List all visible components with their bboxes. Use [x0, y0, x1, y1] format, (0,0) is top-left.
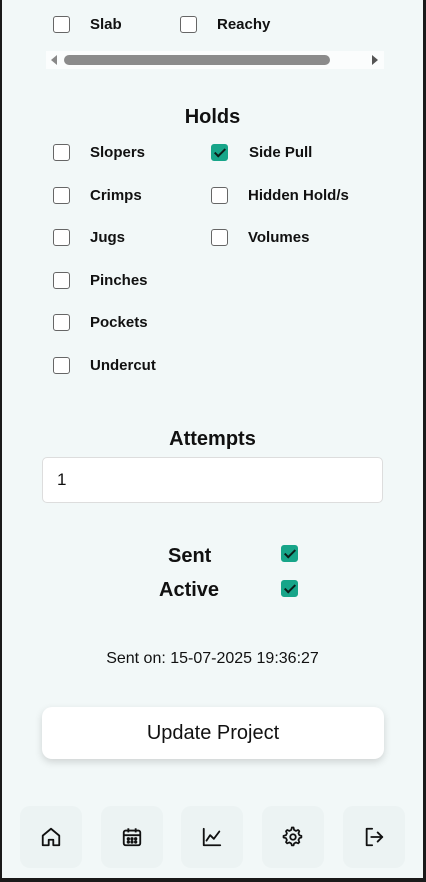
scroll-right-icon[interactable] [372, 55, 378, 65]
hold-option-jugs[interactable]: Jugs [53, 229, 125, 246]
side-pull-label: Side Pull [249, 144, 313, 161]
slopers-checkbox[interactable] [53, 144, 70, 161]
active-checkbox[interactable] [281, 580, 298, 597]
pockets-label: Pockets [90, 314, 148, 331]
nav-calendar-button[interactable] [101, 806, 163, 868]
scroll-left-icon[interactable] [51, 55, 57, 65]
nav-settings-button[interactable] [262, 806, 324, 868]
horizontal-scrollbar[interactable] [46, 51, 384, 69]
hold-option-side-pull[interactable]: Side Pull [211, 144, 312, 161]
chart-icon [202, 827, 222, 847]
nav-logout-button[interactable] [343, 806, 405, 868]
slab-checkbox[interactable] [53, 16, 70, 33]
hold-option-pockets[interactable]: Pockets [53, 314, 148, 331]
home-icon [41, 827, 61, 847]
reachy-checkbox[interactable] [180, 16, 197, 33]
nav-stats-button[interactable] [181, 806, 243, 868]
pinches-checkbox[interactable] [53, 272, 70, 289]
jugs-checkbox[interactable] [53, 229, 70, 246]
sent-on-text: Sent on: 15-07-2025 19:36:27 [106, 650, 319, 667]
undercut-checkbox[interactable] [53, 357, 70, 374]
jugs-label: Jugs [90, 229, 126, 246]
calendar-icon [122, 828, 142, 847]
hold-option-volumes[interactable]: Volumes [211, 229, 309, 246]
hidden-holds-checkbox[interactable] [211, 187, 228, 204]
slopers-label: Slopers [90, 144, 146, 161]
pinches-label: Pinches [90, 272, 148, 289]
project-panel: Slab Reachy Holds Slopers Crimps Jugs Pi… [2, 0, 423, 878]
attempts-input[interactable] [42, 457, 383, 503]
pockets-checkbox[interactable] [53, 314, 70, 331]
hold-option-undercut[interactable]: Undercut [53, 357, 156, 374]
nav-home-button[interactable] [20, 806, 82, 868]
hidden-holds-label: Hidden Hold/s [248, 187, 349, 204]
sent-checkbox[interactable] [281, 545, 298, 562]
scrollbar-thumb[interactable] [64, 55, 330, 65]
hold-option-hidden-holds[interactable]: Hidden Hold/s [211, 187, 349, 204]
active-label: Active [159, 579, 220, 601]
logout-icon [365, 827, 384, 847]
gear-icon [282, 826, 303, 847]
undercut-label: Undercut [90, 357, 156, 374]
attempts-heading: Attempts [169, 428, 256, 450]
crimps-label: Crimps [90, 187, 142, 204]
crimps-checkbox[interactable] [53, 187, 70, 204]
slab-label: Slab [90, 16, 122, 33]
update-project-button[interactable]: Update Project [42, 707, 384, 759]
reachy-label: Reachy [217, 16, 271, 33]
sent-label: Sent [168, 545, 212, 567]
reachy-option[interactable]: Reachy [180, 16, 270, 33]
slab-option[interactable]: Slab [53, 16, 122, 33]
hold-option-slopers[interactable]: Slopers [53, 144, 145, 161]
volumes-checkbox[interactable] [211, 229, 228, 246]
volumes-label: Volumes [248, 229, 310, 246]
side-pull-checkbox[interactable] [211, 144, 228, 161]
holds-heading: Holds [184, 106, 241, 128]
hold-option-crimps[interactable]: Crimps [53, 187, 142, 204]
hold-option-pinches[interactable]: Pinches [53, 272, 148, 289]
